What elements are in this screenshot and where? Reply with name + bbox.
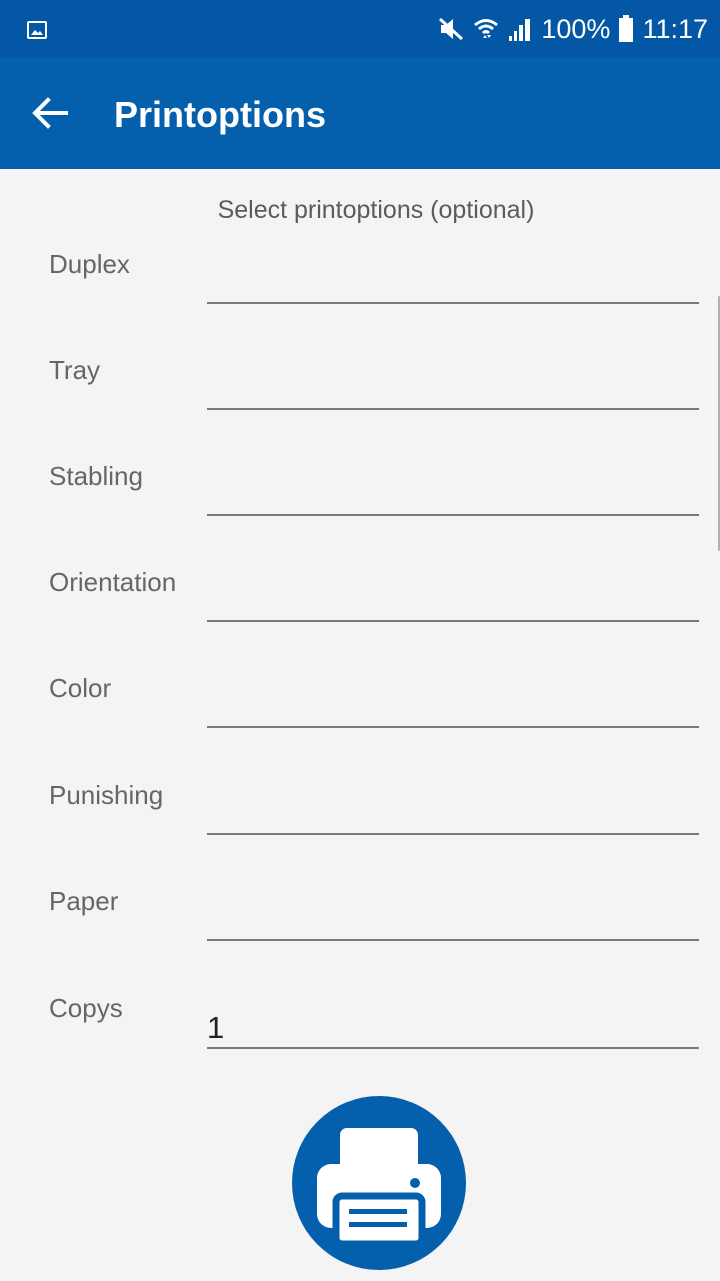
clock: 11:17 (642, 14, 708, 44)
option-label: Paper (49, 886, 119, 916)
page-title: Printoptions (114, 94, 326, 135)
battery-icon (619, 15, 634, 42)
option-label: Tray (49, 355, 101, 385)
stabling-select[interactable] (207, 464, 699, 516)
copies-input[interactable] (207, 991, 699, 1049)
printer-icon (317, 1128, 441, 1248)
paper-select[interactable] (207, 889, 699, 941)
option-row-orientation: Orientation (0, 565, 720, 671)
wifi-icon (474, 19, 499, 38)
status-bar: 100% 11:17 (0, 0, 720, 57)
battery-percent: 100% (541, 14, 611, 44)
tray-select[interactable] (207, 358, 699, 410)
option-row-copies: Copys (0, 991, 720, 1097)
color-select[interactable] (207, 676, 699, 728)
arrow-left-icon (32, 97, 68, 129)
option-label: Punishing (49, 780, 164, 810)
option-label: Stabling (49, 461, 143, 491)
status-icons: 100% 11:17 (437, 14, 708, 44)
option-label: Orientation (49, 567, 177, 597)
option-row-color: Color (0, 671, 720, 777)
option-label: Color (49, 673, 112, 703)
form-subtitle: Select printoptions (optional) (217, 196, 535, 224)
option-row-paper: Paper (0, 884, 720, 990)
app-bar: Printoptions (0, 57, 720, 169)
duplex-select[interactable] (207, 252, 699, 304)
signal-icon (509, 19, 531, 41)
orientation-select[interactable] (207, 570, 699, 622)
option-label: Duplex (49, 249, 130, 279)
gallery-notification-icon (27, 21, 47, 39)
option-row-punishing: Punishing (0, 778, 720, 884)
option-row-stabling: Stabling (0, 459, 720, 565)
print-button[interactable] (292, 1096, 466, 1270)
mute-icon (439, 17, 464, 41)
option-row-duplex: Duplex (0, 247, 720, 353)
copies-label: Copys (49, 993, 123, 1023)
back-button[interactable] (30, 93, 78, 133)
punishing-select[interactable] (207, 783, 699, 835)
option-row-tray: Tray (0, 353, 720, 459)
